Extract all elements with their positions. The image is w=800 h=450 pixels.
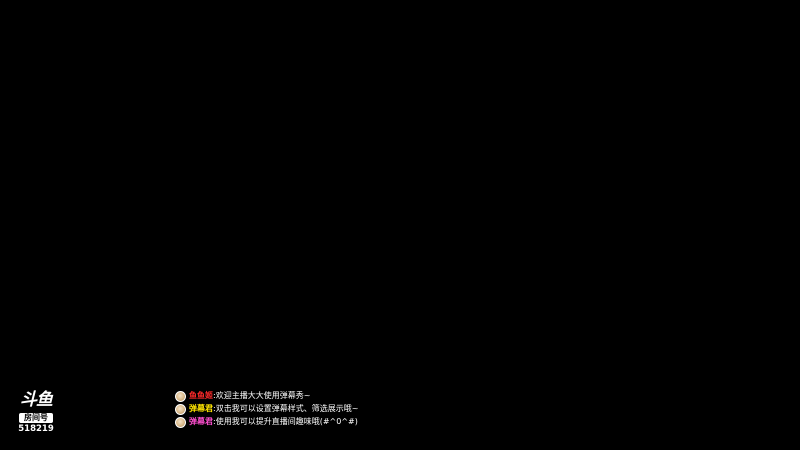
avatar-icon: [175, 416, 186, 428]
danmu-message: 使用我可以提升直播间趣味哦(#^0^#): [215, 417, 358, 426]
douyu-logo: 斗鱼 房间号 518219: [12, 390, 60, 440]
danmu-message: 双击我可以设置弹幕样式、筛选展示哦~: [215, 404, 359, 413]
avatar-icon: [175, 403, 186, 415]
danmu-sender: 鱼鱼姬: [189, 391, 213, 400]
video-stage: 斗鱼 房间号 518219 鱼鱼姬 : 欢迎主播大大使用弹幕秀~ 弹幕君 : 双…: [0, 0, 800, 450]
danmu-message: 欢迎主播大大使用弹幕秀~: [215, 391, 311, 400]
room-number-value: 518219: [18, 424, 54, 434]
danmu-line[interactable]: 鱼鱼姬 : 欢迎主播大大使用弹幕秀~: [175, 390, 475, 402]
avatar-icon: [175, 390, 186, 402]
danmu-line[interactable]: 弹幕君 : 双击我可以设置弹幕样式、筛选展示哦~: [175, 403, 475, 415]
danmu-line[interactable]: 弹幕君 : 使用我可以提升直播间趣味哦(#^0^#): [175, 416, 475, 428]
danmu-sender: 弹幕君: [189, 417, 213, 426]
douyu-logo-mark: 斗鱼: [20, 390, 53, 410]
danmu-sender: 弹幕君: [189, 404, 213, 413]
danmu-list: 鱼鱼姬 : 欢迎主播大大使用弹幕秀~ 弹幕君 : 双击我可以设置弹幕样式、筛选展…: [175, 390, 475, 429]
room-number-label: 房间号: [19, 413, 53, 423]
